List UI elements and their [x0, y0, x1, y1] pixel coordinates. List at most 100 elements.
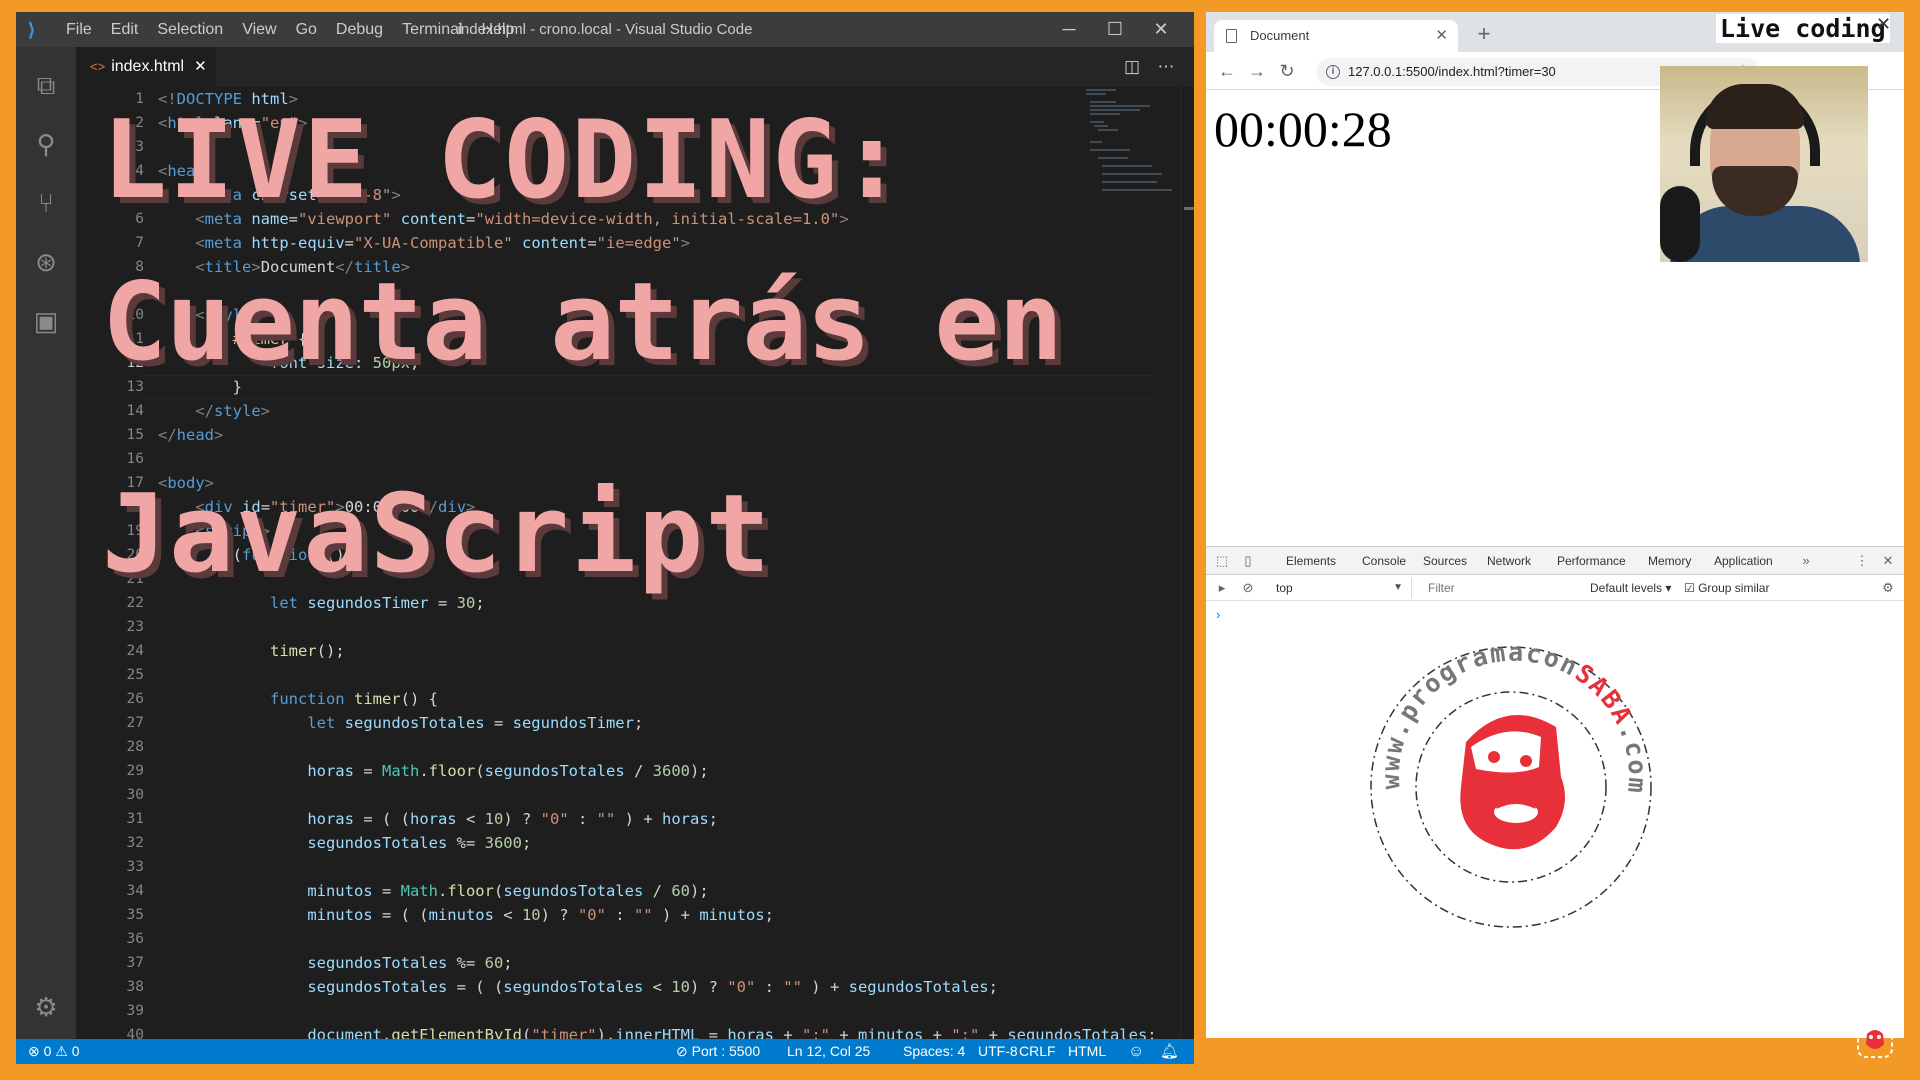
- more-tabs-chevron-icon[interactable]: »: [1798, 553, 1814, 569]
- log-levels-dropdown[interactable]: Default levels ▾: [1590, 575, 1671, 601]
- editor-scrollbar[interactable]: [1180, 87, 1194, 1039]
- line-number: 15: [126, 427, 144, 443]
- code-line: <meta charset="UTF-8">: [195, 186, 401, 204]
- search-icon[interactable]: ⚲: [26, 124, 66, 164]
- clear-console-icon[interactable]: ⊘: [1240, 580, 1256, 596]
- close-icon[interactable]: ✕: [1138, 12, 1184, 47]
- back-arrow-icon[interactable]: ←: [1214, 58, 1240, 84]
- encoding[interactable]: UTF-8: [978, 1039, 1018, 1064]
- debug-icon[interactable]: ⊛: [26, 242, 66, 282]
- new-tab-plus-icon[interactable]: +: [1470, 20, 1498, 48]
- line-number: 18: [126, 499, 144, 515]
- problems-indicator[interactable]: ⊗ 0 ⚠ 0: [28, 1039, 80, 1064]
- devtools-tab-console[interactable]: Console: [1356, 547, 1413, 577]
- tab-index-html[interactable]: <> index.html ✕: [76, 47, 216, 87]
- devtools-tab-memory[interactable]: Memory: [1648, 547, 1691, 575]
- source-control-icon[interactable]: ⑂: [26, 183, 66, 223]
- device-toolbar-icon[interactable]: ▯: [1240, 553, 1256, 569]
- menu-edit[interactable]: Edit: [111, 21, 139, 39]
- devtools-panel: ⬚ ▯ Elements Console Sources Network Per…: [1206, 546, 1904, 1038]
- split-editor-icon[interactable]: ◫: [1116, 47, 1148, 87]
- context-select[interactable]: top ▼: [1272, 578, 1412, 598]
- scroll-thumb[interactable]: [1184, 207, 1194, 210]
- logo-text-com: .com: [1613, 719, 1652, 796]
- browser-tab-document[interactable]: Document ✕: [1214, 20, 1458, 52]
- menu-view[interactable]: View: [242, 21, 276, 39]
- sidebar-toggle-icon[interactable]: ▸: [1214, 580, 1230, 596]
- line-number: 9: [135, 283, 144, 299]
- forward-arrow-icon[interactable]: →: [1244, 58, 1270, 84]
- browser-tab-close-icon[interactable]: ✕: [1435, 20, 1448, 52]
- settings-gear-icon[interactable]: ⚙: [26, 987, 66, 1027]
- live-server-port[interactable]: ⊘ Port : 5500: [676, 1039, 760, 1064]
- minimize-icon[interactable]: ─: [1046, 12, 1092, 47]
- reload-icon[interactable]: ↻: [1274, 58, 1300, 84]
- devtools-tab-performance[interactable]: Performance: [1557, 547, 1626, 575]
- timer-display: 00:00:28: [1214, 101, 1392, 157]
- code-line: horas = ( (horas < 10) ? "0" : "" ) + ho…: [307, 810, 719, 828]
- vscode-window: index.html - crono.local - Visual Studio…: [16, 12, 1194, 1064]
- menu-file[interactable]: File: [66, 21, 92, 39]
- inspect-element-icon[interactable]: ⬚: [1214, 553, 1230, 569]
- devtools-tab-application[interactable]: Application: [1714, 547, 1773, 575]
- line-number: 36: [126, 931, 144, 947]
- code-line: segundosTotales %= 60;: [307, 954, 513, 972]
- code-line: (function () {: [158, 546, 364, 564]
- badge-close-icon[interactable]: ✕: [1876, 14, 1891, 35]
- cursor-position[interactable]: Ln 12, Col 25: [787, 1039, 870, 1064]
- code-line: minutos = Math.floor(segundosTotales / 6…: [307, 882, 709, 900]
- code-line: segundosTotales = ( (segundosTotales < 1…: [307, 978, 998, 996]
- document-icon: [1226, 29, 1237, 43]
- feedback-smiley-icon[interactable]: ☺: [1128, 1039, 1144, 1064]
- devtools-tab-bar: ⬚ ▯ Elements Console Sources Network Per…: [1206, 547, 1904, 577]
- browser-tab-title: Document: [1250, 28, 1310, 43]
- menu-help[interactable]: Help: [482, 21, 515, 39]
- html-file-icon: <>: [90, 59, 106, 74]
- language-mode[interactable]: HTML: [1068, 1039, 1106, 1064]
- line-number: 3: [135, 139, 144, 155]
- indentation[interactable]: Spaces: 4: [903, 1039, 965, 1064]
- explorer-icon[interactable]: ⧉: [26, 65, 66, 105]
- code-line: }: [158, 378, 242, 396]
- line-number: 33: [126, 859, 144, 875]
- menu-debug[interactable]: Debug: [336, 21, 383, 39]
- maximize-icon[interactable]: ☐: [1092, 12, 1138, 47]
- menu-terminal[interactable]: Terminal: [402, 21, 462, 39]
- code-editor[interactable]: 1 2 3 4 5 6 7 8 9 10 11 12 13 14 15 16 17 18 19 20 21 22 23 24 2…: [76, 87, 1194, 1039]
- code-content[interactable]: <!DOCTYPE html> <html lang="en"> <head> …: [158, 87, 1157, 1039]
- console-settings-gear-icon[interactable]: ⚙: [1880, 580, 1896, 596]
- vscode-logo-icon: ⟩: [28, 20, 36, 40]
- line-number: 21: [126, 571, 144, 587]
- line-number: 24: [126, 643, 144, 659]
- line-number: 39: [126, 1003, 144, 1019]
- devtools-tab-sources[interactable]: Sources: [1423, 547, 1467, 575]
- code-line: #timer {: [232, 330, 308, 348]
- devtools-tab-elements[interactable]: Elements: [1286, 547, 1336, 575]
- line-number: 34: [126, 883, 144, 899]
- log-levels-label: Default levels: [1590, 581, 1663, 595]
- console-prompt-caret-icon[interactable]: ›: [1216, 607, 1220, 622]
- code-line: horas = Math.floor(segundosTotales / 360…: [307, 762, 709, 780]
- notifications-bell-icon[interactable]: 🔔︎: [1160, 1039, 1179, 1064]
- devtools-menu-icon[interactable]: ⋮: [1854, 553, 1870, 569]
- menu-selection[interactable]: Selection: [157, 21, 223, 39]
- site-info-icon[interactable]: i: [1326, 65, 1340, 79]
- more-actions-icon[interactable]: ⋯: [1150, 47, 1182, 87]
- tab-close-icon[interactable]: ✕: [194, 58, 207, 75]
- console-filter-input[interactable]: [1422, 578, 1572, 598]
- line-number: 37: [126, 955, 144, 971]
- minimap[interactable]: [1086, 87, 1186, 207]
- end-of-line[interactable]: CRLF: [1019, 1039, 1056, 1064]
- devtools-close-icon[interactable]: ✕: [1880, 553, 1896, 569]
- live-coding-badge: Live coding: [1716, 14, 1890, 43]
- devtools-tab-network[interactable]: Network: [1487, 547, 1531, 575]
- menu-go[interactable]: Go: [296, 21, 317, 39]
- group-similar-checkbox[interactable]: ☑ Group similar: [1684, 575, 1769, 601]
- extensions-icon[interactable]: ▣: [26, 301, 66, 341]
- line-number: 2: [135, 115, 144, 131]
